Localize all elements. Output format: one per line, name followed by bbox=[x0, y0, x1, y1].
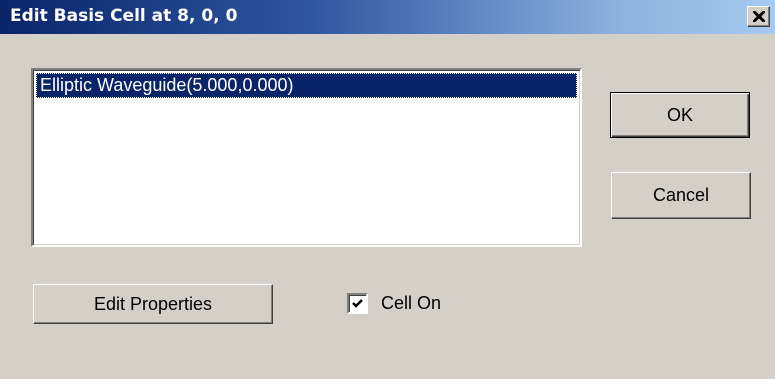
title-bar[interactable]: Edit Basis Cell at 8, 0, 0 bbox=[0, 0, 775, 34]
close-button[interactable] bbox=[747, 6, 770, 27]
ok-button[interactable]: OK bbox=[610, 92, 750, 138]
close-icon bbox=[753, 11, 765, 22]
cell-on-control[interactable]: Cell On bbox=[347, 290, 441, 316]
cell-on-label: Cell On bbox=[381, 293, 442, 313]
edit-basis-cell-dialog: Edit Basis Cell at 8, 0, 0 Elliptic Wave… bbox=[0, 0, 775, 379]
list-item[interactable]: Elliptic Waveguide(5.000,0.000) bbox=[36, 73, 577, 98]
cell-on-checkbox[interactable] bbox=[347, 292, 368, 314]
edit-properties-button[interactable]: Edit Properties bbox=[33, 284, 273, 324]
basis-cell-listbox[interactable]: Elliptic Waveguide(5.000,0.000) bbox=[31, 68, 582, 247]
checkmark-icon bbox=[352, 298, 363, 308]
window-title: Edit Basis Cell at 8, 0, 0 bbox=[10, 6, 238, 26]
cancel-button[interactable]: Cancel bbox=[611, 172, 751, 219]
